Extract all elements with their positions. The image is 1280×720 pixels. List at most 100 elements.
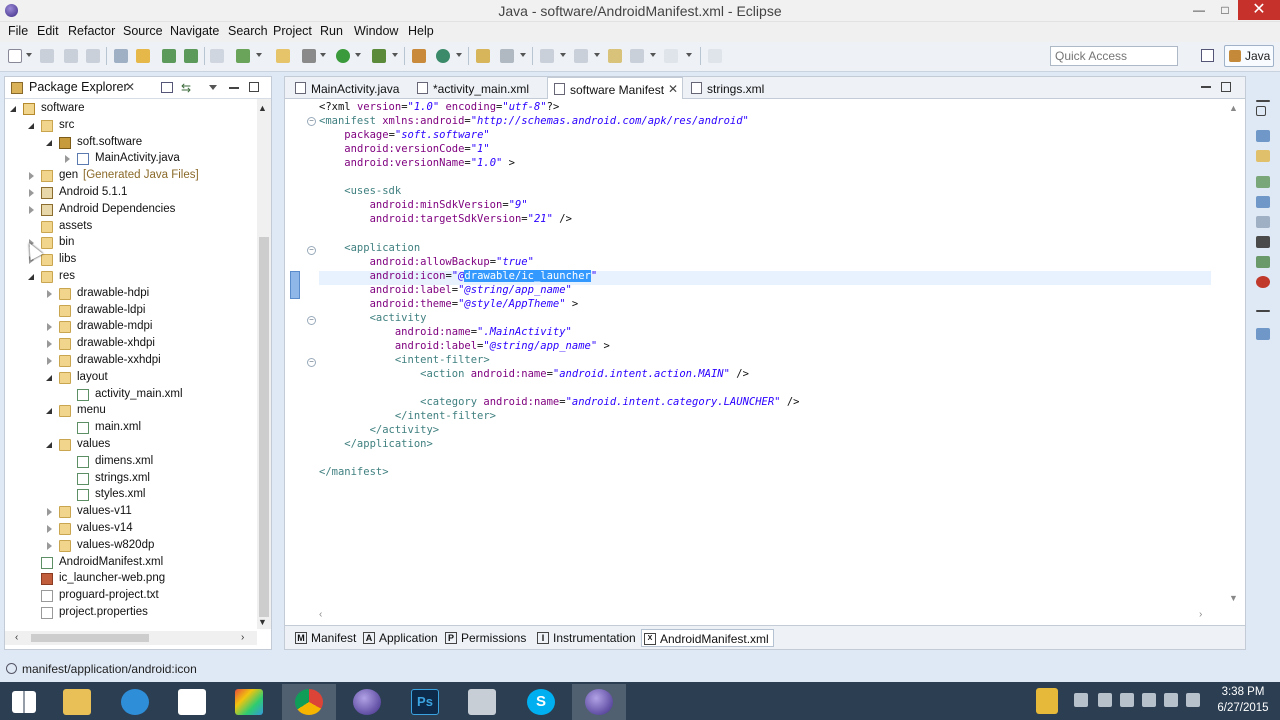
tree-item[interactable]: ic_launcher-web.png <box>5 571 255 588</box>
code-line[interactable]: package="soft.software" <box>319 129 489 143</box>
tray-battery-icon[interactable] <box>1142 693 1156 707</box>
expand-arrow-icon[interactable] <box>29 172 34 181</box>
tree-item[interactable]: values-v11 <box>5 504 255 521</box>
expand-arrow-icon[interactable] <box>47 541 52 550</box>
tree-item[interactable]: activity_main.xml <box>5 387 255 404</box>
menu-file[interactable]: File <box>8 24 28 38</box>
code-line[interactable]: android:icon="@drawable/ic_launcher" <box>319 269 597 284</box>
minimize-trim-2-icon[interactable] <box>1256 310 1270 312</box>
taskbar-paint[interactable] <box>222 684 276 720</box>
minimize-button[interactable]: — <box>1186 0 1212 20</box>
tree-item[interactable]: dimens.xml <box>5 454 255 471</box>
new-java-dropdown-icon[interactable] <box>456 53 462 57</box>
code-line[interactable]: <?xml version="1.0" encoding="utf-8"?> <box>319 101 559 115</box>
collapse-arrow-icon[interactable] <box>46 442 52 448</box>
new-icon[interactable] <box>8 49 22 63</box>
clock-time[interactable]: 3:38 PM <box>1210 686 1276 698</box>
tree-item[interactable]: bin <box>5 235 255 252</box>
fold-application-icon[interactable]: − <box>307 246 316 255</box>
code-line[interactable]: </manifest> <box>319 466 389 480</box>
menu-navigate[interactable]: Navigate <box>170 24 219 38</box>
code-line[interactable]: <category android:name="android.intent.c… <box>319 396 799 410</box>
run-icon[interactable] <box>336 49 350 63</box>
check-dropdown-icon[interactable] <box>256 53 262 57</box>
tray-network-icon[interactable] <box>1164 693 1178 707</box>
scroll-down-icon[interactable]: ▼ <box>258 617 267 627</box>
close-view-icon[interactable]: ✕ <box>125 80 135 94</box>
code-line[interactable]: </activity> <box>319 424 440 438</box>
next-annotation-icon[interactable] <box>540 49 554 63</box>
taskbar-eclipse-2[interactable] <box>572 684 626 720</box>
code-line[interactable]: <action android:name="android.intent.act… <box>319 368 749 382</box>
last-edit-icon[interactable] <box>608 49 622 63</box>
code-line[interactable]: android:theme="@style/AppTheme" > <box>319 298 579 312</box>
taskbar-photoshop[interactable]: Ps <box>398 684 452 720</box>
code-line[interactable]: <activity <box>319 312 427 326</box>
debug-icon[interactable] <box>302 49 316 63</box>
collapse-arrow-icon[interactable] <box>46 408 52 415</box>
check-icon[interactable] <box>236 49 250 63</box>
scroll-up-icon[interactable]: ▲ <box>258 103 267 113</box>
export-icon[interactable] <box>136 49 150 63</box>
next-annotation-dropdown-icon[interactable] <box>560 53 566 57</box>
clock-date[interactable]: 6/27/2015 <box>1210 702 1276 714</box>
android-avd-icon[interactable] <box>184 49 198 63</box>
editor-horizontal-scrollbar[interactable]: ‹ › <box>315 609 1211 623</box>
code-line[interactable]: android:allowBackup="true" <box>319 256 534 270</box>
tree-item[interactable]: drawable-xxhdpi <box>5 353 255 370</box>
run-dropdown-icon[interactable] <box>355 53 361 57</box>
debug-dropdown-icon[interactable] <box>320 53 326 57</box>
tree-item[interactable]: values-v14 <box>5 521 255 538</box>
new-project-icon[interactable] <box>276 49 290 63</box>
fold-activity-icon[interactable]: − <box>307 316 316 325</box>
editor-scroll-down-icon[interactable]: ▼ <box>1229 593 1238 603</box>
code-line[interactable]: android:label="@string/app_name" > <box>319 340 610 354</box>
close-button[interactable]: ✕ <box>1238 0 1280 20</box>
expand-arrow-icon[interactable] <box>65 155 70 164</box>
forward-icon[interactable] <box>664 49 678 63</box>
declaration-view-icon[interactable] <box>1256 196 1270 208</box>
taskbar-dropbox[interactable] <box>165 684 219 720</box>
menu-run[interactable]: Run <box>320 24 343 38</box>
code-line[interactable]: android:versionCode="1" <box>319 143 489 157</box>
code-line[interactable]: <application <box>319 242 420 256</box>
tree-item[interactable]: proguard-project.txt <box>5 588 255 605</box>
collapse-arrow-icon[interactable] <box>28 122 34 129</box>
page-tab-instrumentation[interactable]: I Instrumentation <box>535 629 640 647</box>
expand-arrow-icon[interactable] <box>29 189 34 197</box>
tree-item[interactable]: menu <box>5 403 255 420</box>
scroll-left-icon[interactable]: ‹ <box>15 632 18 643</box>
search-dropdown-icon[interactable] <box>520 53 526 57</box>
menu-window[interactable]: Window <box>354 24 398 38</box>
code-line[interactable]: android:label="@string/app_name" <box>319 284 572 298</box>
fold-manifest-icon[interactable]: − <box>307 117 316 126</box>
tree-item[interactable]: layout <box>5 370 255 387</box>
tree-item[interactable]: drawable-hdpi <box>5 286 255 303</box>
expand-arrow-icon[interactable] <box>47 323 52 332</box>
tray-flag-icon[interactable] <box>1098 693 1112 707</box>
view-menu-icon[interactable] <box>209 85 217 90</box>
save-all-icon[interactable] <box>64 49 78 63</box>
tree-item[interactable]: drawable-ldpi <box>5 303 255 320</box>
minimize-editor-icon[interactable] <box>1201 86 1211 88</box>
link-editor-icon[interactable]: ⇆ <box>181 81 194 95</box>
problems-view-icon[interactable] <box>1256 216 1270 228</box>
devices-view-icon[interactable] <box>1256 328 1270 340</box>
menu-search[interactable]: Search <box>228 24 268 38</box>
expand-arrow-icon[interactable] <box>29 205 34 214</box>
taskbar-camera[interactable] <box>455 684 509 720</box>
expand-arrow-icon[interactable] <box>47 289 52 298</box>
back-dropdown-icon[interactable] <box>650 53 656 57</box>
menu-refactor[interactable]: Refactor <box>68 24 115 38</box>
tree-item[interactable]: Android Dependencies <box>5 202 255 219</box>
save-icon[interactable] <box>40 49 54 63</box>
tree-item[interactable]: drawable-mdpi <box>5 319 255 336</box>
lint-icon[interactable] <box>210 49 224 63</box>
page-tab-application[interactable]: A Application <box>361 629 442 647</box>
run-external-icon[interactable] <box>372 49 386 63</box>
new-dropdown-icon[interactable] <box>26 53 32 57</box>
editor-scroll-up-icon[interactable]: ▲ <box>1229 103 1238 113</box>
fold-intent-filter-icon[interactable]: − <box>307 358 316 367</box>
tree-item[interactable]: res <box>5 269 255 286</box>
print-icon[interactable] <box>86 49 100 63</box>
